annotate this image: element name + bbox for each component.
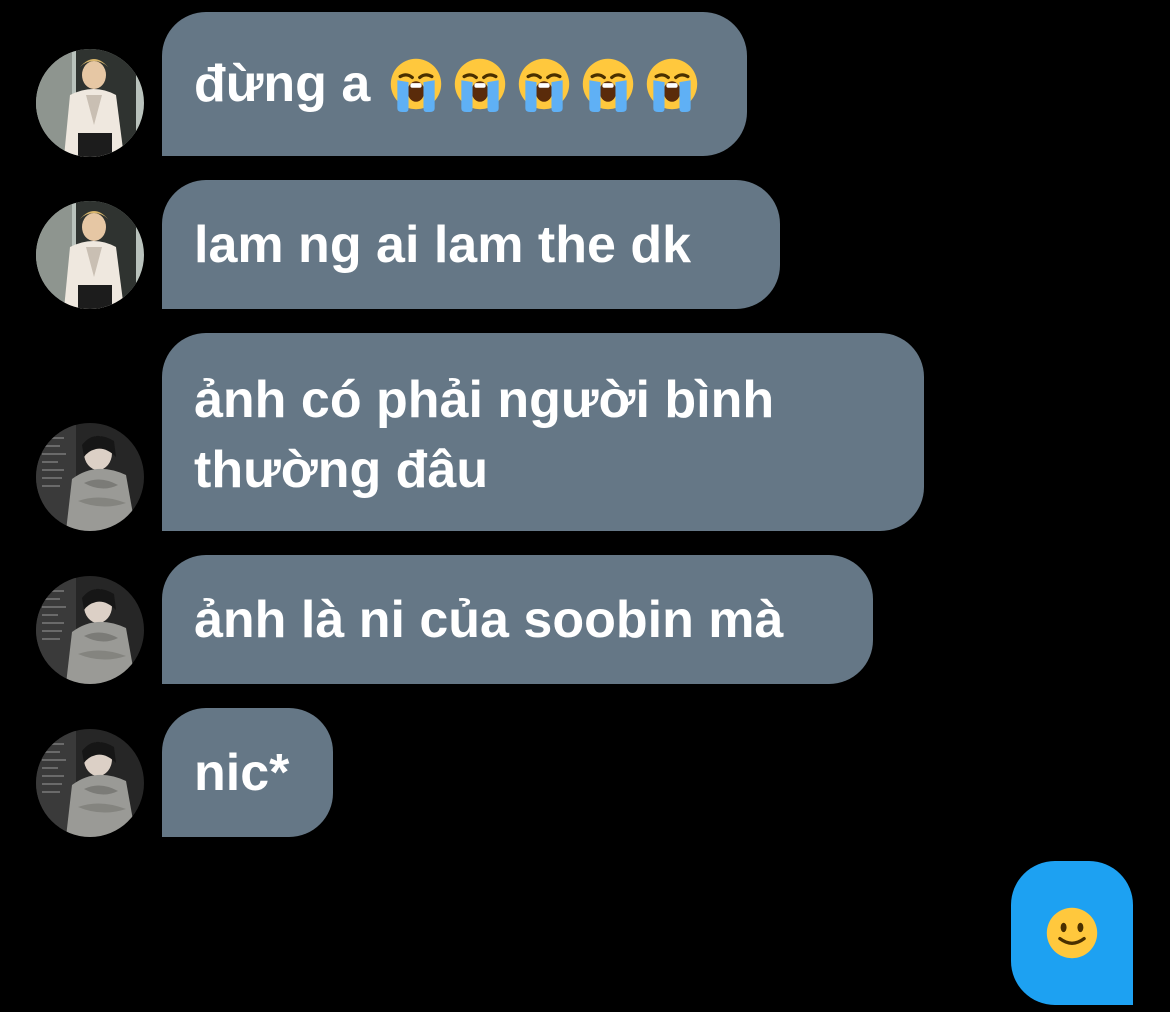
message-text: nic*	[194, 743, 290, 802]
loudly-crying-face-icon	[452, 56, 508, 112]
message-bubble[interactable]: lam ng ai lam the dk	[162, 180, 780, 309]
loudly-crying-face-icon	[644, 56, 700, 112]
avatar[interactable]	[36, 201, 144, 309]
message-text: đừng a	[194, 55, 371, 113]
message-text: ảnh có phải người bình thường đâu	[194, 371, 775, 499]
avatar-photo	[36, 423, 144, 531]
avatar[interactable]	[36, 576, 144, 684]
message-bubble[interactable]: ảnh có phải người bình thường đâu	[162, 333, 924, 531]
loudly-crying-face-icon	[516, 56, 572, 112]
slightly-smiling-face-icon	[1044, 905, 1100, 961]
avatar[interactable]	[36, 729, 144, 837]
message-text: lam ng ai lam the dk	[194, 215, 692, 274]
avatar[interactable]	[36, 423, 144, 531]
loudly-crying-face-icon	[388, 56, 444, 112]
loudly-crying-face-icon	[580, 56, 636, 112]
message-bubble[interactable]: đừng a	[162, 12, 747, 156]
emoji-group	[388, 56, 700, 112]
avatar-photo	[36, 49, 144, 157]
avatar-photo	[36, 729, 144, 837]
avatar-photo	[36, 576, 144, 684]
message-bubble[interactable]: ảnh là ni của soobin mà	[162, 555, 873, 684]
avatar-photo	[36, 201, 144, 309]
outgoing-message-bubble[interactable]	[1011, 861, 1133, 1005]
message-bubble[interactable]: nic*	[162, 708, 333, 837]
avatar[interactable]	[36, 49, 144, 157]
message-text: ảnh là ni của soobin mà	[194, 590, 784, 649]
